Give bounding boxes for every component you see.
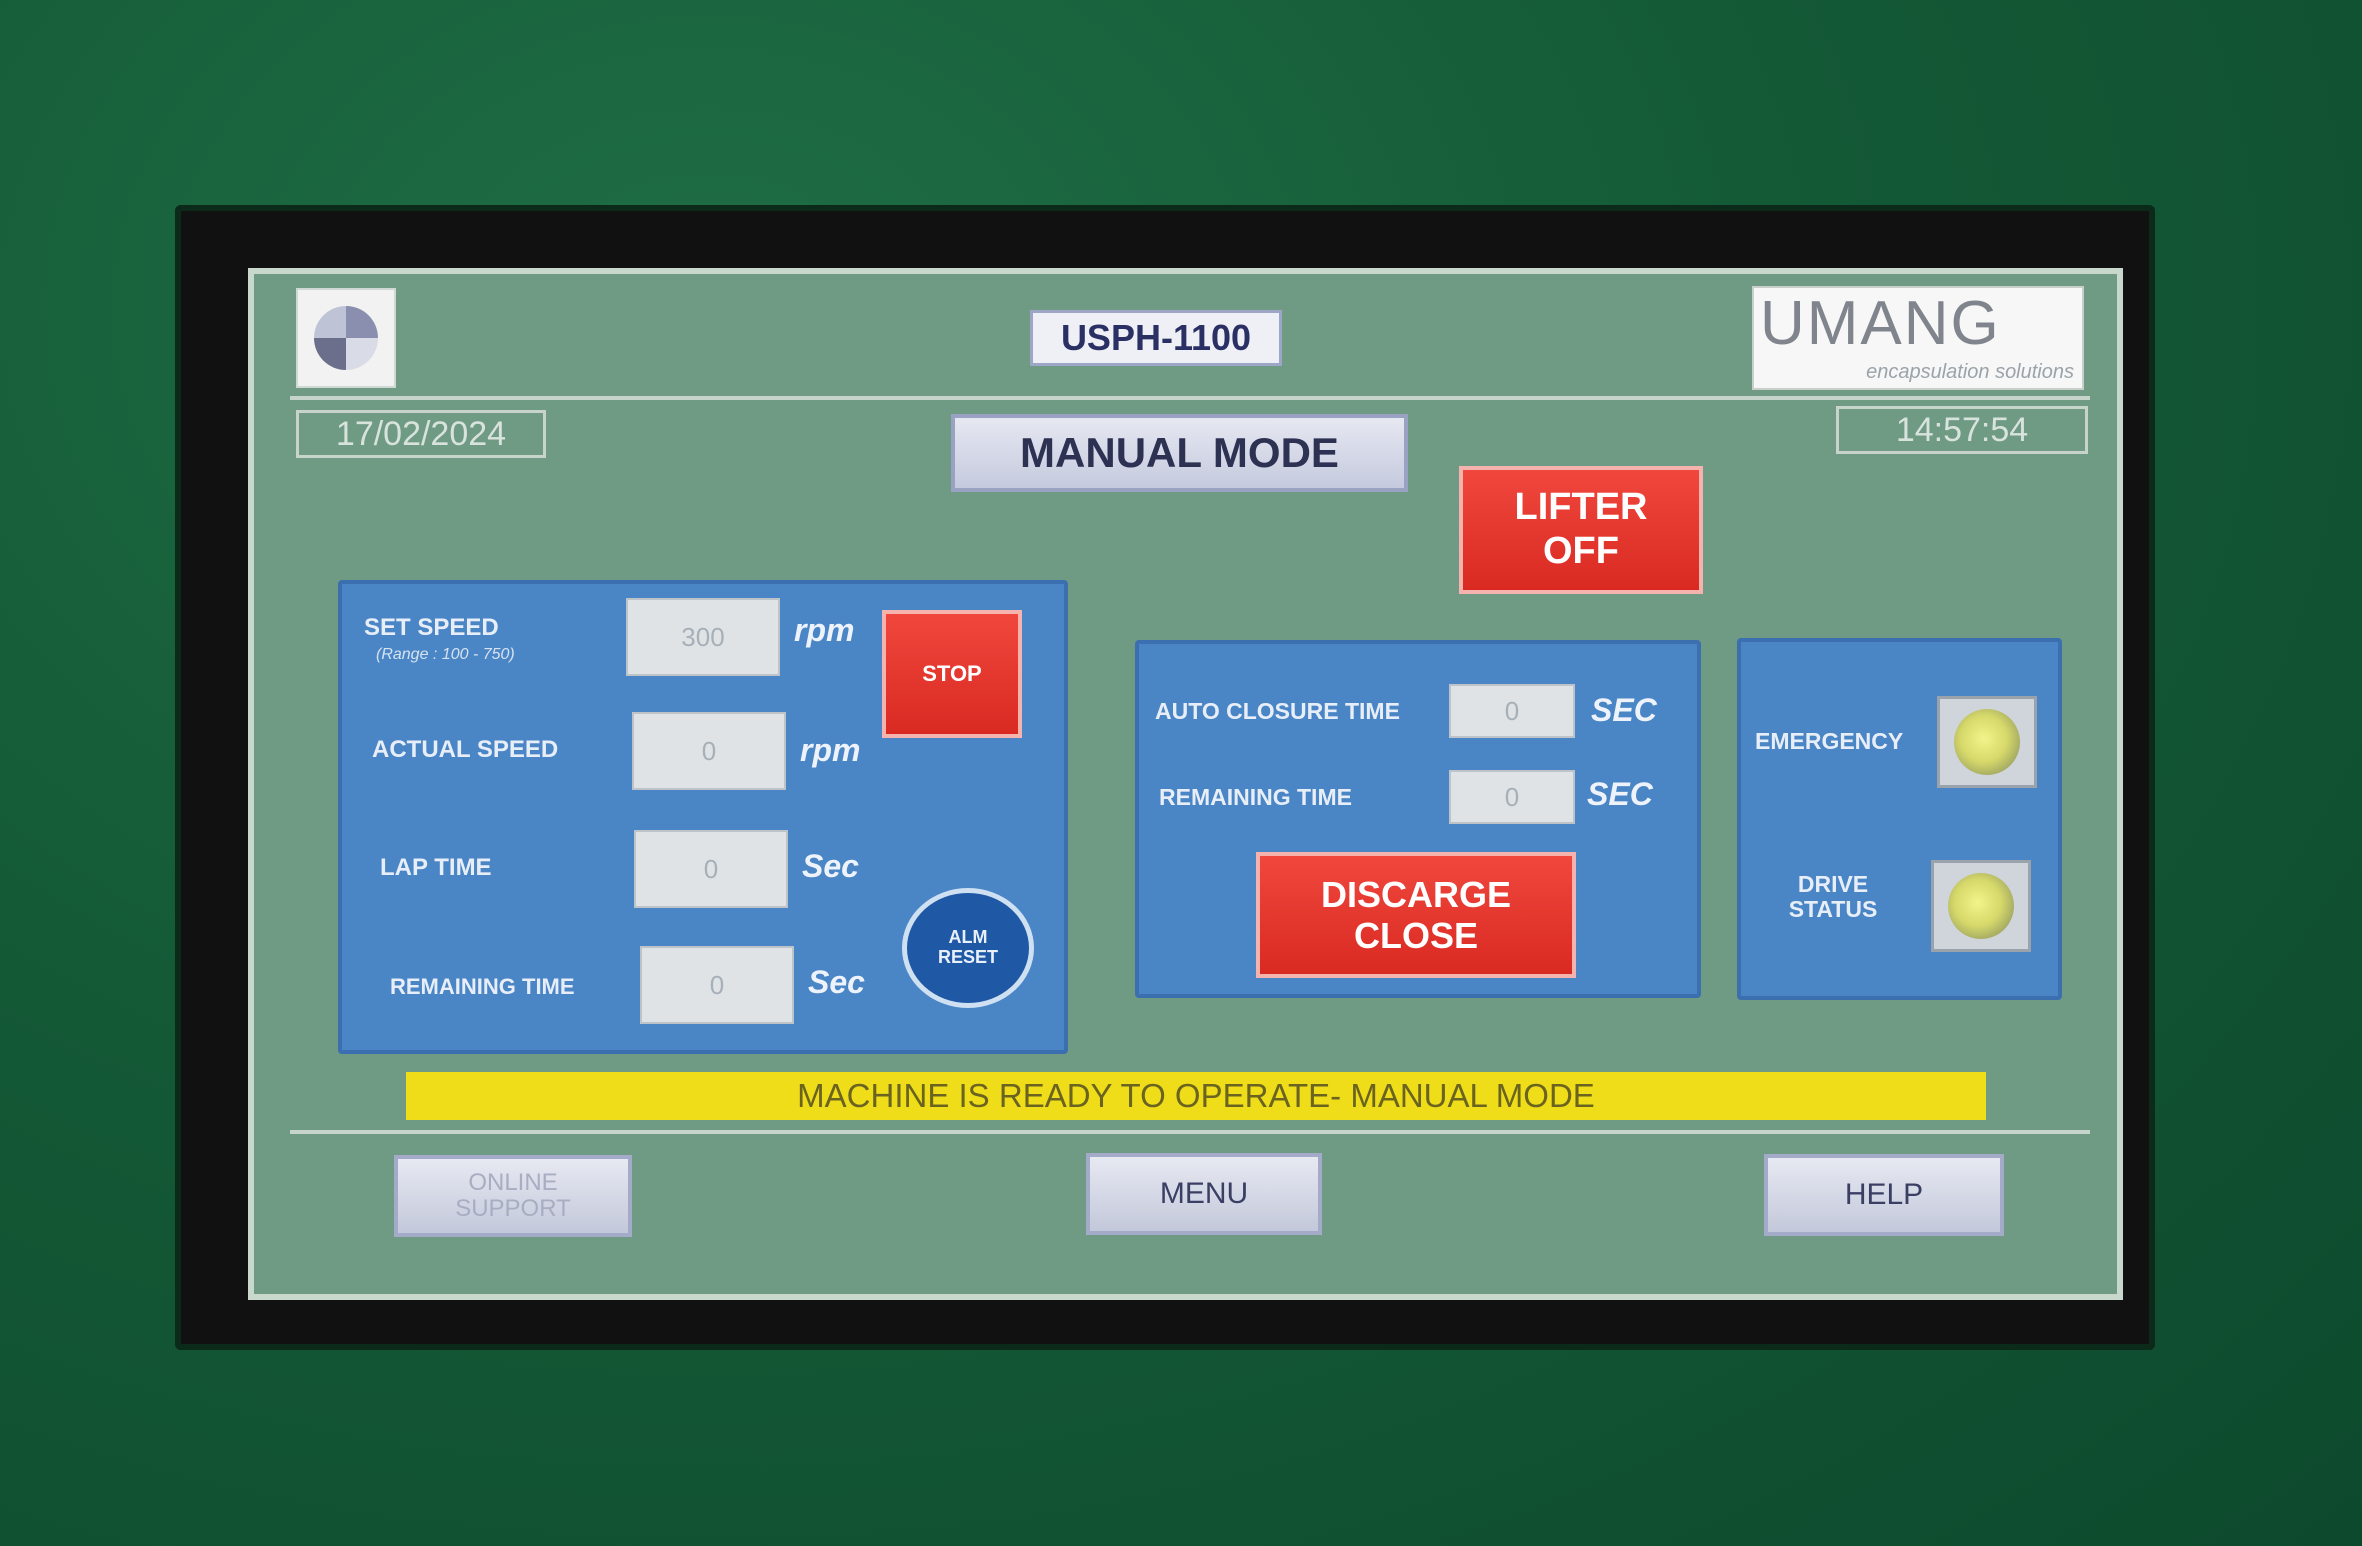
auto-closure-label: AUTO CLOSURE TIME bbox=[1155, 698, 1400, 724]
brand-tagline: encapsulation solutions bbox=[1866, 361, 2074, 383]
drive-status-line1: DRIVE bbox=[1797, 871, 1869, 897]
header-divider bbox=[290, 396, 2090, 400]
lap-time-unit: Sec bbox=[802, 848, 859, 884]
closure-panel: AUTO CLOSURE TIME 0 SEC REMAINING TIME 0… bbox=[1135, 640, 1701, 998]
closure-remaining-value: 0 bbox=[1449, 770, 1575, 824]
actual-speed-label: ACTUAL SPEED bbox=[372, 736, 559, 763]
remaining-time-unit: Sec bbox=[808, 964, 865, 1000]
time-display: 14:57:54 bbox=[1836, 406, 2088, 454]
online-support-line1: ONLINE bbox=[468, 1168, 558, 1196]
drive-status-line2: STATUS bbox=[1788, 896, 1878, 923]
help-button[interactable]: HELP bbox=[1764, 1154, 2004, 1236]
status-message-bar: MACHINE IS READY TO OPERATE- MANUAL MODE bbox=[406, 1072, 1986, 1120]
lifter-off-button[interactable]: LIFTER OFF bbox=[1459, 466, 1703, 594]
lifter-button-line1: LIFTER bbox=[1514, 486, 1648, 529]
lap-time-label: LAP TIME bbox=[380, 854, 492, 881]
set-speed-unit: rpm bbox=[794, 612, 855, 648]
page-title: MANUAL MODE bbox=[951, 414, 1408, 492]
menu-button[interactable]: MENU bbox=[1086, 1153, 1322, 1235]
machine-status-panel: EMERGENCY DRIVE STATUS bbox=[1737, 638, 2062, 1000]
brand-logo: UMANG encapsulation solutions bbox=[1752, 286, 2084, 390]
discarge-close-button[interactable]: DISCARGE CLOSE bbox=[1256, 852, 1576, 978]
set-speed-input[interactable]: 300 bbox=[626, 598, 780, 676]
remaining-time-label: REMAINING TIME bbox=[390, 974, 575, 999]
discarge-line1: DISCARGE bbox=[1320, 873, 1512, 915]
emergency-lamp-icon bbox=[1954, 709, 2020, 775]
emergency-indicator bbox=[1937, 696, 2037, 788]
actual-speed-value: 0 bbox=[632, 712, 786, 790]
emergency-label: EMERGENCY bbox=[1755, 728, 1904, 754]
closure-remaining-unit: SEC bbox=[1587, 776, 1653, 812]
online-support-line2: SUPPORT bbox=[455, 1195, 571, 1222]
lap-time-input[interactable]: 0 bbox=[634, 830, 788, 908]
discarge-line2: CLOSE bbox=[1353, 915, 1478, 956]
actual-speed-unit: rpm bbox=[800, 732, 861, 768]
footer-divider bbox=[290, 1130, 2090, 1134]
set-speed-range: (Range : 100 - 750) bbox=[376, 646, 515, 663]
alarm-reset-button[interactable]: ALM RESET bbox=[902, 888, 1034, 1008]
logo-disc-icon bbox=[314, 306, 378, 370]
model-label: USPH-1100 bbox=[1030, 310, 1282, 366]
stop-button[interactable]: STOP bbox=[882, 610, 1022, 738]
set-speed-label: SET SPEED bbox=[364, 614, 499, 641]
auto-closure-unit: SEC bbox=[1591, 692, 1657, 728]
closure-remaining-label: REMAINING TIME bbox=[1159, 784, 1352, 810]
alm-reset-line2: RESET bbox=[937, 947, 998, 967]
brand-name: UMANG bbox=[1760, 289, 2001, 358]
drive-status-label: DRIVE STATUS bbox=[1763, 871, 1903, 923]
online-support-button[interactable]: ONLINE SUPPORT bbox=[394, 1155, 632, 1237]
remaining-time-value: 0 bbox=[640, 946, 794, 1024]
auto-closure-input[interactable]: 0 bbox=[1449, 684, 1575, 738]
hmi-screen: USPH-1100 UMANG encapsulation solutions … bbox=[248, 268, 2123, 1300]
speed-panel: SET SPEED (Range : 100 - 750) 300 rpm ST… bbox=[338, 580, 1068, 1054]
machine-logo bbox=[296, 288, 396, 388]
drive-status-lamp-icon bbox=[1948, 873, 2014, 939]
alm-reset-line1: ALM bbox=[948, 927, 988, 948]
date-display: 17/02/2024 bbox=[296, 410, 546, 458]
lifter-button-line2: OFF bbox=[1543, 530, 1619, 572]
drive-status-indicator bbox=[1931, 860, 2031, 952]
